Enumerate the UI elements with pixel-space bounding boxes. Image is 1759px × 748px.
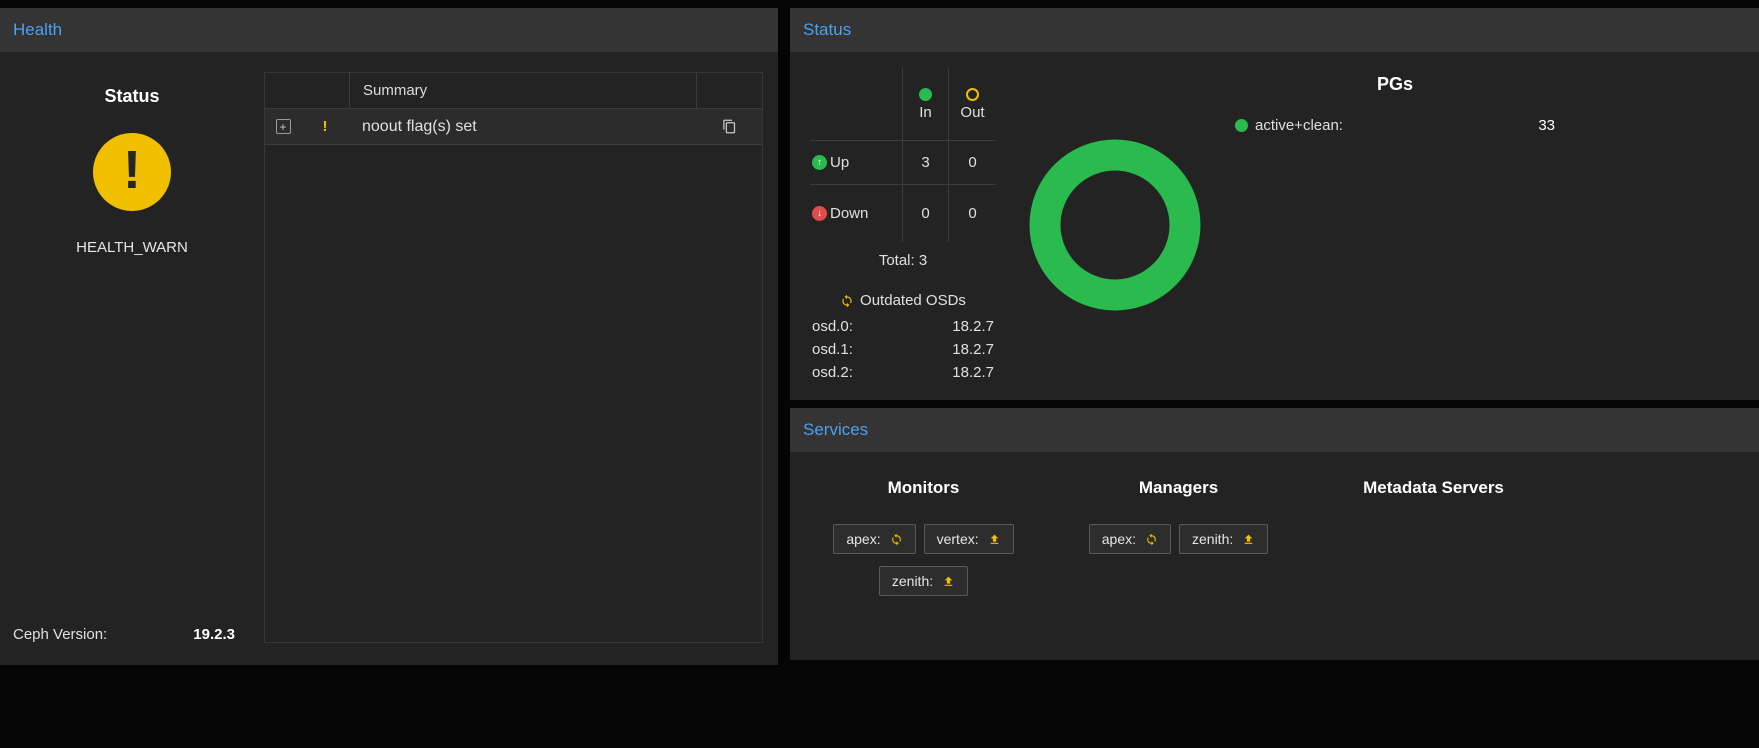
osd-up-in-value: 3	[902, 140, 948, 184]
out-column-label: Out	[960, 104, 984, 121]
monitor-zenith-button[interactable]: zenith:	[879, 566, 968, 596]
in-dot-icon	[919, 88, 932, 101]
outdated-osds-title: Outdated OSDs	[860, 292, 966, 309]
monitor-name: apex:	[846, 531, 880, 547]
sync-icon	[890, 533, 903, 546]
upload-icon	[1242, 533, 1255, 546]
summary-severity-cell: !	[301, 109, 349, 144]
health-panel: Health Status ! HEALTH_WARN Ceph Version…	[0, 8, 778, 665]
out-ring-icon	[966, 88, 979, 101]
health-status-section: Status ! HEALTH_WARN Ceph Version: 19.2.…	[0, 52, 264, 665]
pgs-legend-row: active+clean: 33	[1235, 117, 1555, 134]
summary-actions-column-header	[696, 73, 762, 108]
manager-zenith-button[interactable]: zenith:	[1179, 524, 1268, 554]
summary-severity-column-header	[301, 73, 349, 108]
upload-icon	[988, 533, 1001, 546]
osd-version: 18.2.7	[952, 315, 994, 338]
health-warning-icon: !	[93, 133, 171, 211]
monitors-title: Monitors	[796, 478, 1051, 498]
warning-exclamation-glyph: !	[123, 143, 141, 197]
health-status-heading: Status	[0, 86, 264, 107]
summary-message-text: noout flag(s) set	[349, 109, 696, 144]
monitor-apex-button[interactable]: apex:	[833, 524, 915, 554]
health-panel-header: Health	[0, 8, 778, 52]
sync-icon	[840, 294, 854, 308]
services-panel-title: Services	[803, 420, 868, 440]
health-panel-title: Health	[13, 20, 62, 40]
osd-name: osd.1:	[812, 338, 853, 361]
services-panel-header: Services	[790, 408, 1759, 452]
health-summary-table: Summary + ! noout flag(s) set	[264, 72, 763, 643]
osd-name: osd.2:	[812, 361, 853, 384]
warning-severity-icon: !	[323, 118, 328, 135]
osd-down-row-header: ↓ Down	[810, 184, 902, 242]
health-panel-body: Status ! HEALTH_WARN Ceph Version: 19.2.…	[0, 52, 778, 665]
expand-icon[interactable]: +	[276, 119, 291, 134]
pgs-legend-value: 33	[1538, 117, 1555, 134]
osd-version: 18.2.7	[952, 338, 994, 361]
osd-down-in-value: 0	[902, 184, 948, 242]
monitor-vertex-button[interactable]: vertex:	[924, 524, 1014, 554]
sync-icon	[1145, 533, 1158, 546]
managers-items: apex: zenith:	[1051, 524, 1306, 554]
metadata-servers-column: Metadata Servers	[1306, 452, 1561, 660]
osd-in-column-header: In	[902, 68, 948, 140]
in-column-label: In	[919, 104, 932, 121]
outdated-osds-title-row: Outdated OSDs	[812, 292, 994, 309]
monitor-name: zenith:	[892, 573, 933, 589]
osd-total-text: Total: 3	[810, 252, 996, 269]
manager-name: apex:	[1102, 531, 1136, 547]
monitors-items: apex: vertex: zenith:	[796, 524, 1051, 596]
pgs-title: PGs	[1235, 74, 1555, 95]
summary-expand-cell[interactable]: +	[265, 109, 301, 144]
ceph-version-value: 19.2.3	[193, 626, 235, 643]
up-row-label: Up	[830, 154, 849, 171]
osd-out-column-header: Out	[948, 68, 996, 140]
osd-table-corner-cell	[810, 68, 902, 140]
status-panel-body: In Out ↑ Up 3 0 ↓ Down 0 0 T	[790, 52, 1759, 400]
down-row-label: Down	[830, 205, 868, 222]
pgs-legend-label: active+clean:	[1255, 117, 1343, 134]
osd-up-out-value: 0	[948, 140, 996, 184]
manager-apex-button[interactable]: apex:	[1089, 524, 1171, 554]
metadata-servers-title: Metadata Servers	[1306, 478, 1561, 498]
status-panel-header: Status	[790, 8, 1759, 52]
monitors-column: Monitors apex: vertex: zenith:	[796, 452, 1051, 660]
status-panel: Status In Out ↑ Up 3 0	[790, 8, 1759, 400]
osd-name: osd.0:	[812, 315, 853, 338]
arrow-up-circle-icon: ↑	[812, 155, 827, 170]
osd-down-out-value: 0	[948, 184, 996, 242]
ceph-version-label: Ceph Version:	[13, 626, 107, 643]
pgs-donut-chart	[1029, 139, 1201, 311]
summary-expand-column-header	[265, 73, 301, 108]
osd-version: 18.2.7	[952, 361, 994, 384]
ceph-dashboard: Health Status ! HEALTH_WARN Ceph Version…	[0, 0, 1759, 748]
outdated-osds-section: Outdated OSDs osd.0: 18.2.7 osd.1: 18.2.…	[812, 292, 994, 384]
pgs-section: PGs active+clean: 33	[1235, 74, 1555, 134]
status-panel-title: Status	[803, 20, 851, 40]
outdated-osd-row: osd.0: 18.2.7	[812, 315, 994, 338]
arrow-down-circle-icon: ↓	[812, 206, 827, 221]
summary-table-row[interactable]: + ! noout flag(s) set	[265, 109, 762, 145]
health-state-text: HEALTH_WARN	[0, 239, 264, 256]
outdated-osd-row: osd.2: 18.2.7	[812, 361, 994, 384]
active-clean-dot-icon	[1235, 119, 1248, 132]
summary-table-header-row: Summary	[265, 73, 762, 109]
managers-title: Managers	[1051, 478, 1306, 498]
donut-ring	[1029, 139, 1201, 311]
osd-up-row-header: ↑ Up	[810, 140, 902, 184]
services-panel: Services Monitors apex: vertex: zenith:	[790, 408, 1759, 660]
summary-copy-cell[interactable]	[696, 109, 762, 144]
services-panel-body: Monitors apex: vertex: zenith:	[790, 452, 1759, 660]
summary-column-header: Summary	[349, 73, 696, 108]
manager-name: zenith:	[1192, 531, 1233, 547]
upload-icon	[942, 575, 955, 588]
managers-column: Managers apex: zenith:	[1051, 452, 1306, 660]
monitor-name: vertex:	[937, 531, 979, 547]
copy-icon[interactable]	[722, 119, 737, 134]
osd-in-out-table: In Out ↑ Up 3 0 ↓ Down 0 0	[810, 68, 996, 242]
ceph-version-row: Ceph Version: 19.2.3	[13, 626, 235, 643]
outdated-osd-row: osd.1: 18.2.7	[812, 338, 994, 361]
